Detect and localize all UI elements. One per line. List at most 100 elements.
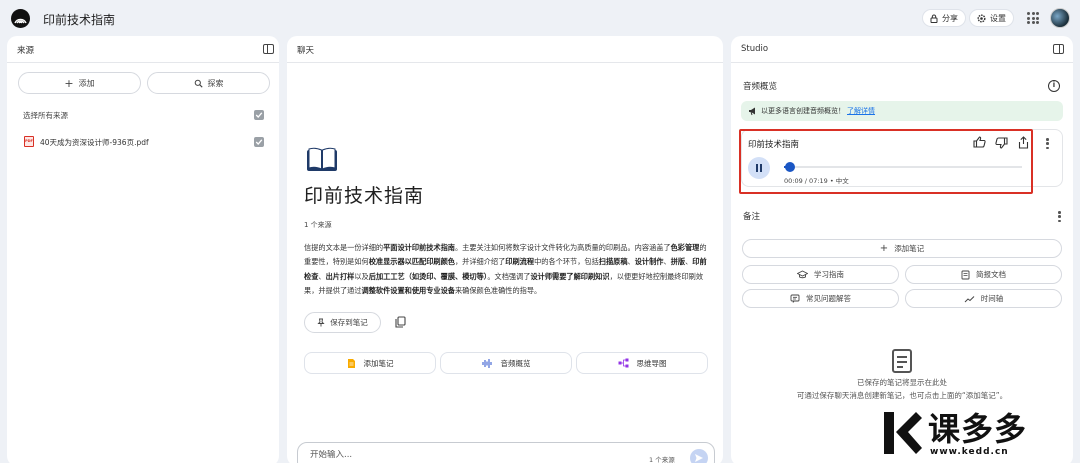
- summary-fragment: 校准显示器以匹配印刷颜色: [368, 257, 455, 267]
- notes-heading: 备注: [743, 212, 761, 222]
- summary-fragment: 平面设计印前技术指南: [383, 243, 455, 252]
- chat-add-note-label: 添加笔记: [363, 358, 394, 368]
- discover-button[interactable]: 探索: [147, 72, 270, 94]
- mindmap-icon: [618, 358, 628, 368]
- empty-notes-icon: [892, 349, 912, 373]
- check-icon: [255, 139, 263, 145]
- plus-icon: +: [879, 243, 889, 254]
- send-button[interactable]: [690, 449, 708, 463]
- sources-title: 来源: [17, 46, 35, 56]
- search-sparkle-icon: [194, 79, 203, 88]
- collapse-sidebar-icon[interactable]: [263, 44, 274, 54]
- annotation-highlight-box: [739, 129, 1033, 194]
- info-icon[interactable]: i: [1048, 80, 1060, 92]
- top-bar: 印前技术指南 分享 设置: [0, 0, 1080, 36]
- summary-fragment: 设计师需要了解印刷知识: [530, 271, 610, 281]
- check-icon: [255, 112, 263, 118]
- summary-fragment: 印刷流程: [505, 257, 535, 267]
- settings-button[interactable]: 设置: [969, 9, 1014, 27]
- watermark-brand: 课多多: [928, 410, 1028, 448]
- summary-fragment: 、: [627, 257, 635, 267]
- send-icon: [695, 454, 703, 462]
- document-icon: [961, 270, 970, 279]
- study-guide-label: 学习指南: [814, 270, 844, 279]
- graduation-cap-icon: [797, 270, 808, 279]
- save-to-note-label: 保存到笔记: [330, 318, 368, 327]
- summary-fragment: 以及: [354, 271, 369, 281]
- summary-fragment: 、: [663, 257, 671, 267]
- chat-input-box[interactable]: 1 个来源: [297, 442, 715, 463]
- timeline-label: 时间轴: [980, 294, 1004, 303]
- watermark-logo-icon: [884, 412, 922, 454]
- summary-fragment: 。主要关注如何将数字设计文件转化为高质量的印刷品。内容涵盖了: [454, 243, 671, 252]
- notebook-title[interactable]: 印前技术指南: [43, 11, 115, 28]
- chat-input[interactable]: [310, 450, 610, 460]
- divider: [731, 62, 1073, 63]
- select-all-checkbox[interactable]: [254, 110, 264, 120]
- waveform-icon: [481, 358, 492, 368]
- summary-fragment: ，并详细介绍了: [454, 257, 506, 267]
- summary-fragment: 后加工工艺（如烫印、覆膜、模切等）: [368, 271, 488, 281]
- chat-add-note-button[interactable]: 添加笔记: [304, 352, 436, 374]
- avatar[interactable]: [1050, 8, 1070, 28]
- empty-notes-line1: 已保存的笔记将显示在此处: [857, 378, 947, 387]
- pin-icon: [317, 318, 325, 327]
- studio-title: Studio: [741, 44, 769, 54]
- share-button[interactable]: 分享: [922, 9, 966, 27]
- notebook-heading: 印前技术指南: [304, 185, 425, 207]
- timeline-button[interactable]: 时间轴: [905, 289, 1062, 308]
- empty-notes-line2: 可通过保存聊天消息创建新笔记，也可点击上面的“添加笔记”。: [796, 391, 1008, 400]
- discover-label: 探索: [207, 78, 224, 88]
- faq-label: 常见问题解答: [806, 294, 851, 303]
- study-guide-button[interactable]: 学习指南: [742, 265, 899, 284]
- chat-mindmap-label: 思维导图: [636, 358, 667, 368]
- timeline-icon: [964, 295, 975, 302]
- banner-learn-more-link[interactable]: 了解详情: [847, 106, 875, 116]
- studio-add-note-button[interactable]: + 添加笔记: [742, 239, 1062, 258]
- source-item-name[interactable]: 40天成为资深设计师-936页.pdf: [40, 137, 149, 148]
- add-source-button[interactable]: + 添加: [18, 72, 141, 94]
- faq-button[interactable]: 常见问题解答: [742, 289, 899, 308]
- faq-icon: [790, 294, 800, 303]
- chat-title: 聊天: [297, 46, 315, 56]
- settings-label: 设置: [990, 13, 1006, 23]
- summary-fragment: 色彩管理: [670, 243, 700, 252]
- lock-icon: [930, 14, 938, 23]
- summary-fragment: 拼版: [670, 257, 686, 267]
- summary-fragment: 、: [318, 271, 326, 281]
- collapse-studio-icon[interactable]: [1053, 44, 1064, 54]
- save-to-note-button[interactable]: 保存到笔记: [304, 312, 381, 333]
- source-item-checkbox[interactable]: [254, 137, 264, 147]
- divider: [7, 62, 279, 63]
- audio-more-icon[interactable]: [1046, 138, 1049, 151]
- sources-panel: 来源: [7, 36, 279, 463]
- apps-grid-icon[interactable]: [1027, 12, 1039, 24]
- pdf-file-icon: PDF: [24, 136, 34, 147]
- gear-icon: [977, 14, 986, 22]
- watermark-url: www.kedd.cn: [930, 447, 1009, 457]
- chat-audio-overview-button[interactable]: 音频概览: [440, 352, 572, 374]
- note-icon: [347, 358, 355, 368]
- summary-fragment: 设计制作: [634, 257, 664, 267]
- copy-icon[interactable]: [395, 316, 406, 328]
- select-all-label: 选择所有来源: [23, 111, 68, 120]
- summary-fragment: 来确保颜色准确性的指导。: [454, 285, 542, 295]
- chat-audio-overview-label: 音频概览: [500, 358, 531, 368]
- megaphone-icon: [749, 107, 755, 116]
- language-banner: 以更多语言创建音频概览！ 了解详情: [741, 101, 1063, 121]
- briefing-doc-button[interactable]: 简报文档: [905, 265, 1062, 284]
- notes-more-icon[interactable]: [1058, 211, 1061, 224]
- chat-mindmap-button[interactable]: 思维导图: [576, 352, 708, 374]
- book-icon: [307, 147, 337, 171]
- summary-fragment: 调整软件设置和使用专业设备: [361, 285, 455, 295]
- divider: [287, 62, 723, 63]
- source-count: 1 个来源: [304, 221, 332, 229]
- studio-add-note-label: 添加笔记: [894, 244, 925, 253]
- summary-fragment: 信提的文本是一份详细的: [304, 243, 384, 252]
- summary-fragment: 。文档强调了: [487, 271, 531, 281]
- notebook-logo-icon[interactable]: [11, 9, 30, 28]
- briefing-doc-label: 简报文档: [976, 270, 1006, 279]
- audio-overview-heading: 音频概览: [743, 82, 778, 92]
- input-source-count: 1 个来源: [649, 456, 675, 463]
- notebook-summary: 信提的文本是一份详细的平面设计印前技术指南。主要关注如何将数字设计文件转化为高质…: [304, 241, 709, 298]
